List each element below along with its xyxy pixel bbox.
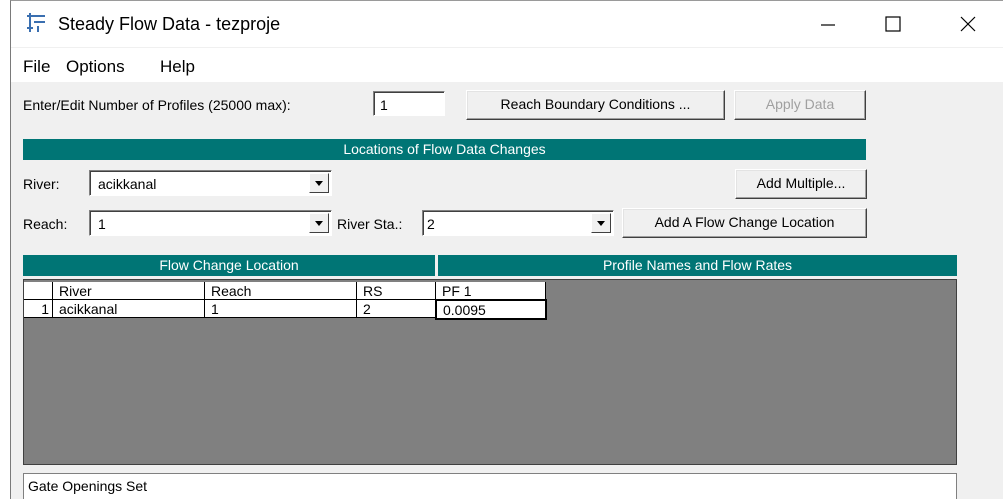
row-number: 1	[24, 300, 53, 318]
profiles-label: Enter/Edit Number of Profiles (25000 max…	[23, 97, 291, 113]
cell-river[interactable]: acikkanal	[53, 300, 205, 318]
river-label: River:	[23, 176, 60, 192]
close-button[interactable]	[945, 4, 991, 44]
minimize-button[interactable]	[805, 4, 851, 44]
window-title: Steady Flow Data - tezproje	[58, 14, 281, 34]
apply-data-button[interactable]: Apply Data	[734, 90, 866, 120]
chevron-down-icon[interactable]	[591, 213, 611, 233]
close-icon	[960, 16, 976, 32]
column-header-pf1[interactable]: PF 1	[436, 282, 546, 300]
river-station-select-value: 2	[427, 216, 435, 232]
chevron-down-icon[interactable]	[309, 173, 329, 193]
river-station-label: River Sta.:	[337, 216, 403, 232]
maximize-icon	[885, 16, 901, 32]
column-header-river[interactable]: River	[53, 282, 205, 300]
profiles-count-value: 1	[380, 97, 388, 113]
river-select-value: acikkanal	[98, 176, 157, 192]
cell-reach[interactable]: 1	[205, 300, 357, 318]
reach-boundary-conditions-button[interactable]: Reach Boundary Conditions ...	[466, 90, 725, 120]
reach-label: Reach:	[23, 216, 68, 232]
cell-rs[interactable]: 2	[357, 300, 436, 318]
hec-ras-flow-icon[interactable]	[24, 12, 48, 34]
reach-select-value: 1	[98, 216, 106, 232]
river-station-select[interactable]: 2	[422, 210, 614, 236]
menu-options[interactable]: Options	[66, 56, 125, 78]
chevron-down-icon[interactable]	[309, 213, 329, 233]
cell-pf1[interactable]: 0.0095	[435, 299, 547, 320]
profiles-count-input[interactable]: 1	[373, 91, 445, 116]
river-select[interactable]: acikkanal	[89, 170, 332, 196]
column-header-rs[interactable]: RS	[357, 282, 436, 300]
row-number-header	[24, 282, 53, 300]
minimize-icon	[821, 24, 835, 26]
flow-change-location-header: Flow Change Location	[23, 255, 435, 276]
add-multiple-button[interactable]: Add Multiple...	[735, 169, 867, 199]
menu-help[interactable]: Help	[160, 56, 195, 78]
locations-header: Locations of Flow Data Changes	[23, 139, 866, 160]
menu-file[interactable]: File	[23, 56, 50, 78]
add-flow-change-location-button[interactable]: Add A Flow Change Location	[622, 208, 867, 238]
status-bar: Gate Openings Set	[23, 473, 957, 499]
reach-select[interactable]: 1	[89, 210, 332, 236]
maximize-button[interactable]	[870, 4, 916, 44]
column-header-reach[interactable]: Reach	[205, 282, 357, 300]
profile-names-header: Profile Names and Flow Rates	[438, 255, 957, 276]
